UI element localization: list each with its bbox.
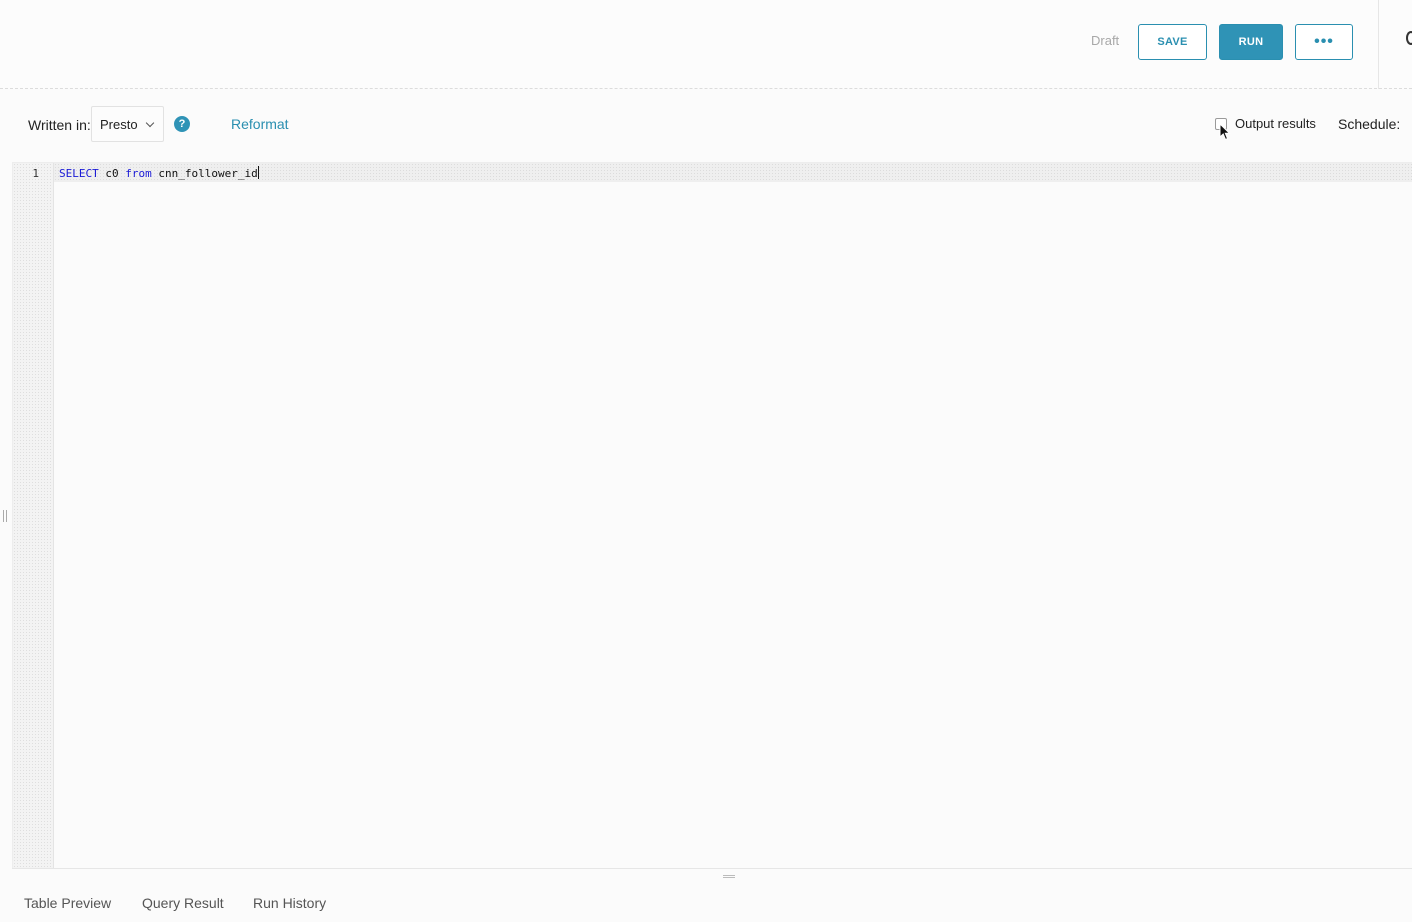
tab-table-preview[interactable]: Table Preview	[24, 895, 111, 911]
run-button[interactable]: RUN	[1219, 24, 1283, 60]
help-icon[interactable]: ?	[174, 116, 190, 132]
code-editor[interactable]: 1 SELECT c0 from cnn_follower_id	[12, 162, 1412, 868]
reformat-link[interactable]: Reformat	[231, 116, 289, 132]
table-name: cnn_follower_id	[151, 167, 258, 180]
output-results-label[interactable]: Output results	[1235, 116, 1316, 131]
chevron-down-icon	[145, 118, 155, 128]
results-tabs: Table Preview Query Result Run History	[0, 884, 1412, 922]
language-select[interactable]: Presto	[91, 106, 164, 142]
results-divider	[12, 868, 1412, 869]
save-button[interactable]: SAVE	[1138, 24, 1207, 60]
sidebar-resize-handle[interactable]	[3, 510, 7, 522]
tab-run-history[interactable]: Run History	[253, 895, 326, 911]
header-divider	[1378, 0, 1379, 89]
header-bar: Draft SAVE RUN •••	[0, 0, 1412, 89]
more-options-button[interactable]: •••	[1295, 24, 1353, 60]
code-line[interactable]: SELECT c0 from cnn_follower_id	[59, 166, 259, 180]
truncated-icon	[1406, 31, 1412, 45]
keyword-select: SELECT	[59, 167, 99, 180]
mouse-pointer-icon	[1219, 123, 1231, 141]
line-number: 1	[32, 167, 39, 180]
editor-toolbar: Written in: Presto ? Reformat Output res…	[0, 90, 1412, 160]
written-in-label: Written in:	[28, 117, 91, 133]
tab-query-result[interactable]: Query Result	[142, 895, 224, 911]
schedule-label: Schedule:	[1338, 116, 1401, 132]
keyword-from: from	[125, 167, 152, 180]
text-caret	[257, 166, 259, 179]
results-resize-handle[interactable]	[723, 875, 735, 878]
line-number-gutter: 1	[13, 163, 54, 868]
column-name: c0	[98, 167, 126, 180]
language-value: Presto	[100, 116, 138, 132]
draft-status: Draft	[1091, 33, 1120, 48]
